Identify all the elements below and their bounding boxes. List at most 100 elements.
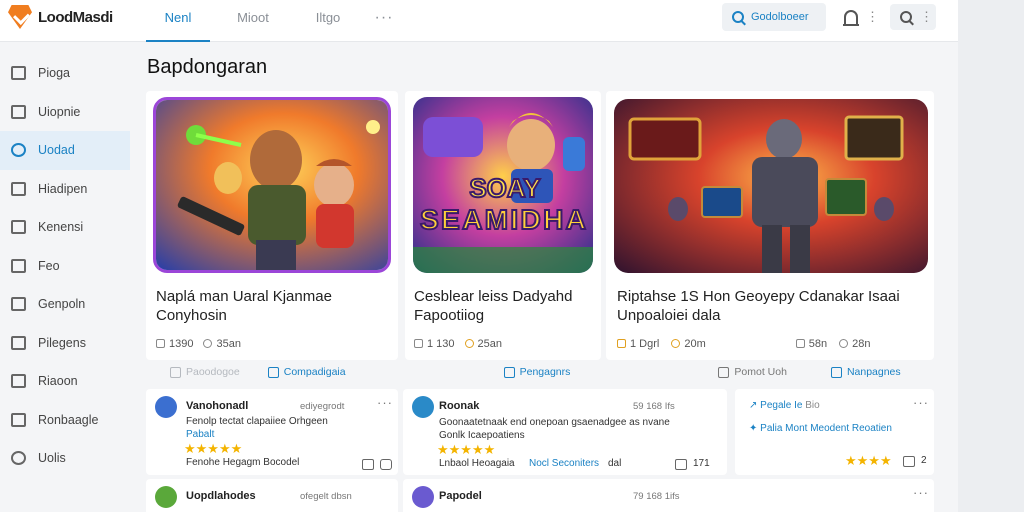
meta-time: 20m (671, 338, 706, 350)
review-time: ofegelt dbsn (300, 491, 352, 502)
like-icon (156, 339, 165, 348)
meta-shares: 58n (795, 338, 828, 350)
game-thumbnail[interactable] (614, 99, 928, 273)
review-card[interactable]: ↗ Pegale Ie Bio ··· ✦ Palia Mont Meodent… (735, 389, 934, 475)
rating-stars: ★★★★★ (437, 442, 496, 457)
review-card[interactable]: Papodel 79 168 1ifs ··· (403, 479, 934, 512)
tab-iltgo[interactable]: Iltgo (296, 0, 360, 42)
chip-icon (718, 366, 730, 378)
reviewer-name: Vanohonadl (186, 400, 249, 412)
sidebar-item-uolis[interactable]: Uolis (0, 439, 136, 478)
chart-icon (11, 374, 26, 389)
sidebar-item-kenensi[interactable]: Kenensi (0, 208, 136, 247)
chip-nanpagnes[interactable]: Nanpagnes (830, 366, 901, 378)
more-icon[interactable]: ··· (913, 395, 929, 410)
avatar (155, 486, 177, 508)
chip-icon (170, 366, 181, 378)
meta-time-value: 20m (684, 338, 706, 350)
game-card[interactable]: Riptahse 1S Hon Geoyepy Cdanakar Isaai U… (606, 91, 934, 360)
like-count: 171 (693, 458, 710, 469)
game-card[interactable]: SOAY SEAMIDHA Cesblear leiss Dadyahd Fap… (405, 91, 601, 360)
sidebar-item-genpoln[interactable]: Genpoln (0, 285, 136, 324)
meta-comments: 28n (839, 338, 870, 350)
rating-stars: ★★★★★ (184, 441, 243, 456)
share-link[interactable]: ↗ Pegale Ie Bio (749, 400, 820, 411)
folder-icon (11, 181, 26, 196)
review-time: 59 168 Ifs (633, 401, 675, 412)
share-link-label: Pegale Ie (760, 400, 803, 411)
chip-paoodogoe[interactable]: Paoodogoe (170, 366, 240, 378)
tab-nenl[interactable]: Nenl (146, 0, 210, 42)
reviewer-name: Uopdlahodes (186, 490, 256, 502)
sidebar-item-hiadipen[interactable]: Hiadipen (0, 170, 136, 209)
like-count: 2 (921, 455, 927, 466)
avatar (412, 486, 434, 508)
app-logo[interactable]: LoodMasdi (8, 5, 113, 29)
chip-icon (830, 366, 842, 378)
review-card[interactable]: Uopdlahodes ofegelt dbsn (146, 479, 398, 512)
chip-icon (267, 366, 279, 378)
meta-likes-value: 1390 (169, 338, 194, 350)
notifications-button[interactable]: ⋮ (843, 4, 879, 30)
chip-icon (503, 366, 515, 378)
global-search-button[interactable]: ⋮ (890, 4, 936, 30)
meta-shares-value: 58n (808, 338, 828, 350)
pin-link[interactable]: ✦ Palia Mont Meodent Reoatien (749, 423, 892, 434)
chip-label: Pomot Uoh (734, 366, 787, 378)
tab-mioot[interactable]: Mioot (210, 0, 296, 42)
sidebar-item-ronbaagle[interactable]: Ronbaagle (0, 401, 136, 440)
meta-comments: 35an (203, 338, 241, 350)
card-title-line1: Naplá man Uaral Kjanmae (156, 288, 332, 305)
review-link[interactable]: Nocl Seconiters (529, 458, 599, 469)
like-icon (414, 339, 423, 348)
clock-icon (671, 339, 681, 348)
card-title-line1: Riptahse 1S Hon Geoyepy Cdanakar Isaai (617, 288, 900, 305)
card-title-line2: Fapootiiog (414, 307, 485, 324)
thumbs-up-icon[interactable] (362, 459, 374, 470)
top-bar: LoodMasdi Nenl Mioot Iltgo ··· Godolboee… (0, 0, 958, 42)
trophy-icon (617, 339, 626, 348)
sidebar-item-uiopnie[interactable]: Uiopnie (0, 93, 136, 132)
sidebar-item-riaoon[interactable]: Riaoon (0, 362, 136, 401)
chip-label: Compadigaia (283, 366, 346, 378)
share-link-suffix: Bio (805, 400, 820, 411)
meta-comments-value: 28n (852, 338, 871, 350)
chip-label: Pengagnrs (519, 366, 571, 378)
rating-stars: ★★★★ (845, 453, 892, 468)
thumbs-up-icon[interactable] (903, 456, 915, 467)
home-icon (11, 66, 26, 81)
chip-label: Paoodogoe (186, 366, 240, 378)
chip-pengagnrs[interactable]: Pengagnrs (503, 366, 571, 378)
search-button[interactable]: Godolboeer (722, 3, 826, 31)
sidebar-item-pioga[interactable]: Pioga (0, 54, 136, 93)
sidebar-item-uodad[interactable]: Uodad (0, 131, 130, 170)
chip-pomot-uoh[interactable]: Pomot Uoh (718, 366, 787, 378)
tab-more[interactable]: ··· (360, 0, 408, 42)
card-title-line2: Conyhosin (156, 307, 227, 324)
logo-shield-icon (8, 5, 32, 29)
review-footer: Fenohe Hegagm Bocodel (186, 457, 300, 468)
more-icon[interactable]: ··· (377, 395, 393, 410)
review-card[interactable]: Vanohonadl ediyegrodt ··· Fenolp tectat … (146, 389, 398, 475)
review-text: Goonaatetnaak end onepoan gsaenadgee as … (439, 417, 670, 428)
sidebar-item-pilegens[interactable]: Pilegens (0, 324, 136, 363)
sidebar-item-feo[interactable]: Feo (0, 247, 136, 286)
copy-icon[interactable] (380, 459, 392, 470)
more-icon[interactable]: ··· (913, 485, 929, 500)
thumbs-up-icon[interactable] (675, 459, 687, 470)
game-thumbnail[interactable] (153, 97, 391, 273)
review-suffix: dal (608, 458, 622, 469)
card-title-line2: Unpoaloiei dala (617, 307, 721, 324)
sidebar-item-label: Uodad (38, 143, 75, 158)
review-card[interactable]: Roonak 59 168 Ifs Goonaatetnaak end onep… (403, 389, 727, 475)
game-thumbnail[interactable]: SOAY SEAMIDHA (413, 97, 593, 273)
game-card[interactable]: Naplá man Uaral Kjanmae Conyhosin 1390 3… (146, 91, 398, 360)
chip-compadigaia[interactable]: Compadigaia (267, 366, 346, 378)
menu-dots-icon: ⋮ (920, 9, 933, 24)
sidebar-item-label: Feo (38, 258, 60, 273)
search-icon (11, 143, 26, 158)
review-time: 79 168 1ifs (633, 491, 680, 502)
mail-icon (11, 412, 26, 427)
pin-link-label: Palia Mont Meodent Reoatien (760, 423, 892, 434)
bell-icon (843, 10, 859, 26)
